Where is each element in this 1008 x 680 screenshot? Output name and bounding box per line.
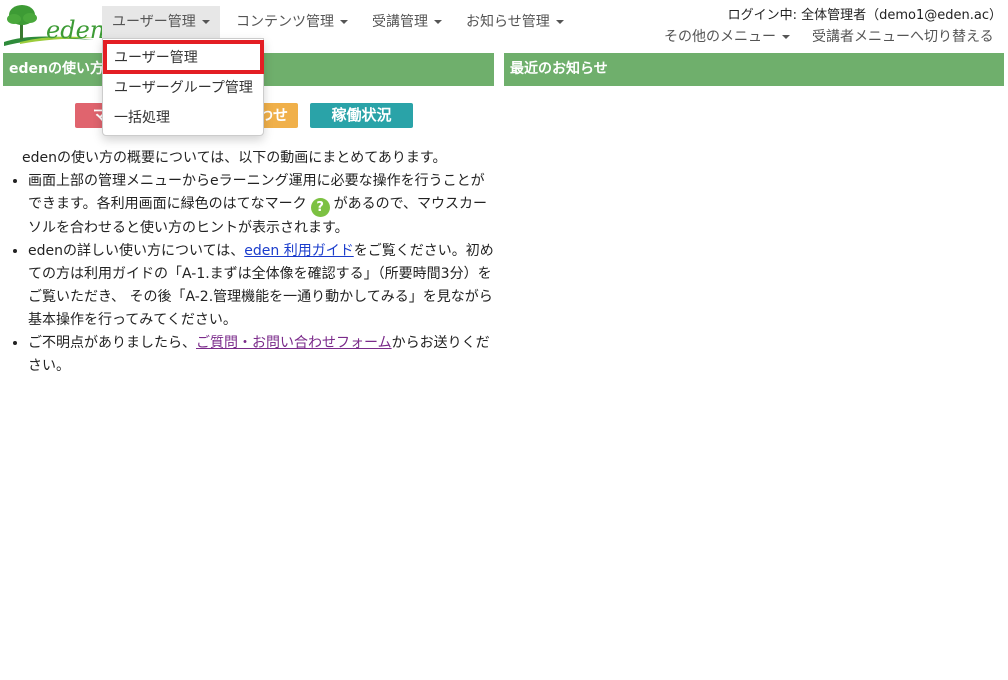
bullet-text: ご不明点がありましたら、 xyxy=(28,335,196,351)
inquiry-form-link[interactable]: ご質問・お問い合わせフォーム xyxy=(196,335,392,351)
caret-down-icon xyxy=(434,20,442,24)
help-question-icon: ? xyxy=(310,198,330,217)
nav-label: 受講管理 xyxy=(372,14,428,30)
news-panel-header: 最近のお知らせ xyxy=(504,53,1004,86)
nav-user-management[interactable]: ユーザー管理 xyxy=(102,6,220,38)
eden-logo[interactable]: eden xyxy=(2,2,105,46)
nav-label: お知らせ管理 xyxy=(466,14,550,30)
login-info: ログイン中: 全体管理者（demo1@eden.ac） xyxy=(727,8,1002,23)
caret-down-icon xyxy=(340,20,348,24)
dropdown-item-user-group-management[interactable]: ユーザーグループ管理 xyxy=(103,74,263,102)
caret-down-icon xyxy=(782,35,790,39)
usage-description: edenの使い方の概要については、以下の動画にまとめてあります。 画面上部の管理… xyxy=(10,147,494,378)
user-management-dropdown: ユーザー管理 ユーザーグループ管理 一括処理 xyxy=(102,38,264,136)
other-menu-label: その他のメニュー xyxy=(664,29,776,45)
list-item: ご不明点がありましたら、ご質問・お問い合わせフォームからお送りください。 xyxy=(28,332,494,378)
nav-label: ユーザー管理 xyxy=(112,14,196,30)
eden-guide-link[interactable]: eden 利用ガイド xyxy=(244,243,353,259)
nav-content-management[interactable]: コンテンツ管理 xyxy=(226,6,358,38)
dropdown-item-user-management[interactable]: ユーザー管理 xyxy=(103,44,263,72)
usage-intro: edenの使い方の概要については、以下の動画にまとめてあります。 xyxy=(22,150,447,166)
nav-course-management[interactable]: 受講管理 xyxy=(362,6,452,38)
brand-name: eden xyxy=(46,16,106,44)
nav-label: コンテンツ管理 xyxy=(236,14,334,30)
caret-down-icon xyxy=(555,20,564,24)
other-menu[interactable]: その他のメニュー xyxy=(664,26,790,46)
dropdown-item-bulk-processing[interactable]: 一括処理 xyxy=(103,104,263,132)
caret-down-icon xyxy=(201,20,210,24)
list-item: edenの詳しい使い方については、eden 利用ガイドをご覧ください。初めての方… xyxy=(28,240,494,332)
switch-to-learner-menu[interactable]: 受講者メニューへ切り替える xyxy=(812,26,994,46)
status-button[interactable]: 稼働状況 xyxy=(310,103,413,128)
bullet-text: edenの詳しい使い方については、 xyxy=(28,243,245,259)
usage-list: 画面上部の管理メニューからeラーニング運用に必要な操作を行うことができます。各利… xyxy=(10,170,494,378)
nav-notice-management[interactable]: お知らせ管理 xyxy=(456,6,574,38)
list-item: 画面上部の管理メニューからeラーニング運用に必要な操作を行うことができます。各利… xyxy=(28,170,494,240)
